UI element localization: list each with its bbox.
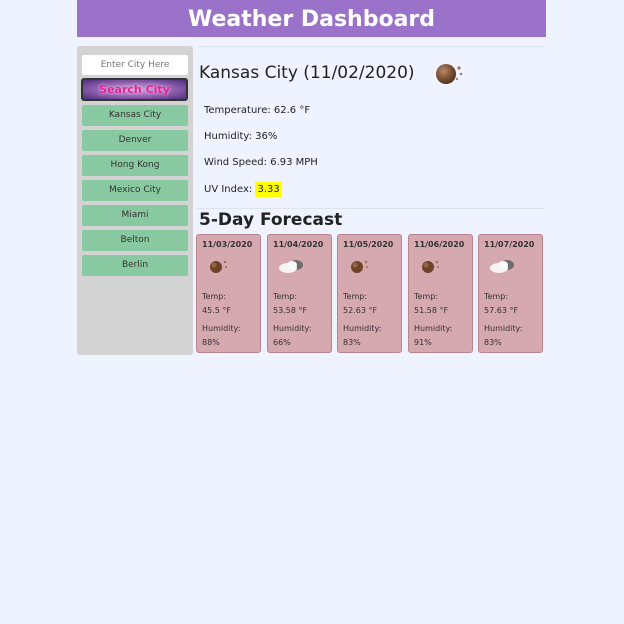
current-wind-speed: Wind Speed: 6.93 MPH [204, 157, 318, 168]
history-item-miami[interactable]: Miami [82, 205, 188, 226]
forecast-date: 11/03/2020 [202, 240, 253, 249]
current-city-title: Kansas City (11/02/2020) [199, 63, 415, 83]
page-header: Weather Dashboard [77, 0, 546, 37]
forecast-humidity-label: Humidity: [414, 324, 453, 333]
forecast-date: 11/07/2020 [484, 240, 535, 249]
forecast-date: 11/06/2020 [414, 240, 465, 249]
forecast-temp-label: Temp: [343, 292, 368, 301]
divider [197, 46, 545, 47]
forecast-temp: 52.63 °F [343, 306, 378, 315]
history-item-belton[interactable]: Belton [82, 230, 188, 251]
forecast-humidity: 83% [343, 338, 361, 347]
history-item-hong-kong[interactable]: Hong Kong [82, 155, 188, 176]
uv-index-label: UV Index: [204, 184, 253, 195]
current-uv-index: UV Index: 3.33 [204, 182, 282, 197]
uv-index-value: 3.33 [255, 182, 282, 197]
current-humidity: Humidity: 36% [204, 131, 278, 142]
clear-night-icon [205, 256, 231, 278]
page-title: Weather Dashboard [187, 7, 436, 32]
forecast-card: 11/04/2020 Temp: 53.58 °F Humidity: 66% [267, 234, 332, 353]
clear-night-icon [417, 256, 443, 278]
history-item-denver[interactable]: Denver [82, 130, 188, 151]
forecast-title: 5-Day Forecast [199, 210, 343, 230]
divider [197, 208, 545, 209]
search-city-button[interactable]: Search City [81, 78, 188, 101]
forecast-humidity-label: Humidity: [343, 324, 382, 333]
search-history-list: Kansas City Denver Hong Kong Mexico City… [82, 105, 188, 280]
forecast-temp: 45.5 °F [202, 306, 231, 315]
forecast-card: 11/03/2020 Temp: 45.5 °F Humidity: 88% [196, 234, 261, 353]
clear-night-icon [346, 256, 372, 278]
clear-night-icon [432, 60, 466, 92]
forecast-card: 11/06/2020 Temp: 51.58 °F Humidity: 91% [408, 234, 473, 353]
forecast-temp: 53.58 °F [273, 306, 308, 315]
history-item-mexico-city[interactable]: Mexico City [82, 180, 188, 201]
forecast-humidity-label: Humidity: [484, 324, 523, 333]
forecast-card: 11/07/2020 Temp: 57.63 °F Humidity: 83% [478, 234, 543, 353]
forecast-temp-label: Temp: [484, 292, 509, 301]
forecast-date: 11/04/2020 [273, 240, 324, 249]
forecast-temp-label: Temp: [414, 292, 439, 301]
forecast-temp: 51.58 °F [414, 306, 449, 315]
forecast-humidity-label: Humidity: [202, 324, 241, 333]
cloudy-icon [487, 256, 517, 278]
forecast-humidity: 91% [414, 338, 432, 347]
forecast-humidity-label: Humidity: [273, 324, 312, 333]
current-temperature: Temperature: 62.6 °F [204, 105, 311, 116]
forecast-humidity: 83% [484, 338, 502, 347]
forecast-temp-label: Temp: [202, 292, 227, 301]
history-item-kansas-city[interactable]: Kansas City [82, 105, 188, 126]
forecast-temp: 57.63 °F [484, 306, 519, 315]
forecast-humidity: 66% [273, 338, 291, 347]
history-item-berlin[interactable]: Berlin [82, 255, 188, 276]
forecast-humidity: 88% [202, 338, 220, 347]
city-search-input[interactable] [82, 55, 188, 75]
forecast-temp-label: Temp: [273, 292, 298, 301]
forecast-date: 11/05/2020 [343, 240, 394, 249]
sidebar: Search City Kansas City Denver Hong Kong… [77, 46, 193, 355]
cloudy-icon [276, 256, 306, 278]
forecast-card: 11/05/2020 Temp: 52.63 °F Humidity: 83% [337, 234, 402, 353]
